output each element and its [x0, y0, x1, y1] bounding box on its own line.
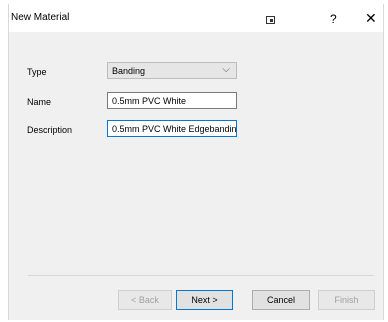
- type-dropdown[interactable]: Banding ⌵: [107, 62, 237, 79]
- chevron-down-icon: ⌵: [222, 64, 230, 75]
- type-label: Type: [27, 67, 47, 77]
- restore-icon[interactable]: [266, 16, 275, 24]
- name-field-value: 0.5mm PVC White: [112, 96, 187, 106]
- window-title: New Material: [11, 12, 70, 23]
- type-dropdown-value: Banding: [112, 66, 146, 76]
- divider: [28, 275, 374, 276]
- back-button[interactable]: < Back: [118, 290, 172, 310]
- help-icon[interactable]: ?: [330, 12, 337, 26]
- description-field-value: 0.5mm PVC White Edgebandin: [112, 124, 237, 134]
- finish-button[interactable]: Finish: [318, 290, 375, 310]
- cancel-button[interactable]: Cancel: [252, 290, 310, 310]
- description-field[interactable]: 0.5mm PVC White Edgebandin: [107, 120, 237, 137]
- description-label: Description: [27, 125, 73, 135]
- next-button[interactable]: Next >: [176, 290, 233, 310]
- name-field[interactable]: 0.5mm PVC White: [107, 92, 237, 109]
- close-icon[interactable]: ✕: [365, 11, 377, 25]
- name-label: Name: [27, 97, 52, 107]
- new-material-dialog: New Material ? ✕ Type Banding ⌵ Name 0.5…: [8, 4, 384, 320]
- title-bar: New Material ? ✕: [9, 4, 383, 32]
